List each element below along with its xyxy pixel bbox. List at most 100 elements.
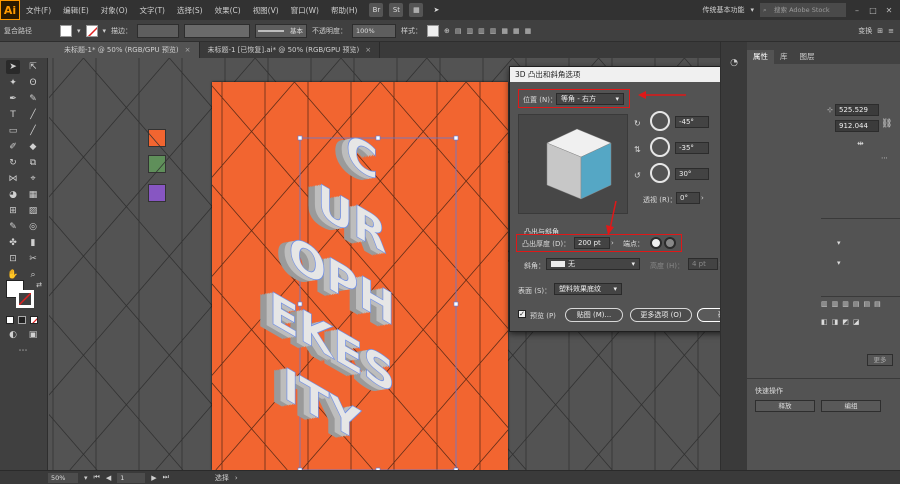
tab-properties[interactable]: 属性 [747, 50, 774, 64]
stroke-swatch[interactable] [85, 24, 98, 37]
close-icon[interactable]: × [365, 46, 371, 54]
zoom-field[interactable]: 50% [48, 472, 78, 483]
selection-tool-icon[interactable]: ➤ [6, 60, 20, 74]
cap-on-button[interactable] [650, 237, 662, 249]
more-button[interactable]: 更多 [867, 354, 893, 366]
menu-help[interactable]: 帮助(H) [325, 5, 364, 16]
more-options-icon[interactable]: ⋯ [881, 154, 888, 162]
distribute-h-icon[interactable]: ▦ [525, 27, 532, 35]
menu-edit[interactable]: 编辑(E) [57, 5, 95, 16]
chevron-down-icon[interactable]: ▾ [837, 239, 841, 247]
menu-effect[interactable]: 效果(C) [209, 5, 247, 16]
depth-field[interactable]: 200 pt [574, 237, 610, 249]
workspace-switcher[interactable]: 传统基本功能 [702, 5, 744, 15]
height-field[interactable]: 4 pt [688, 258, 718, 270]
fill-swatch[interactable] [60, 24, 72, 37]
align-bottom-icon[interactable]: ▤ [874, 300, 881, 308]
close-icon[interactable]: ✕ [884, 6, 894, 15]
swap-fill-stroke-icon[interactable]: ⇄ [32, 278, 46, 292]
page-field[interactable]: 1 [117, 472, 146, 483]
workspace-grid-icon[interactable]: ▦ [409, 3, 424, 17]
menu-select[interactable]: 选择(S) [171, 5, 209, 16]
unite-icon[interactable]: ◧ [821, 318, 828, 326]
graph-tool-icon[interactable]: ▮ [26, 236, 40, 250]
graphic-style-swatch[interactable] [427, 24, 440, 37]
curvature-tool-icon[interactable]: ✎ [26, 92, 40, 106]
close-icon[interactable]: × [185, 46, 191, 54]
intersect-icon[interactable]: ◩ [842, 318, 849, 326]
release-button[interactable]: 释放 [755, 400, 815, 412]
rectangle-tool-icon[interactable]: ▭ [6, 124, 20, 138]
menu-view[interactable]: 视图(V) [247, 5, 285, 16]
blend-tool-icon[interactable]: ◎ [26, 220, 40, 234]
align-icon[interactable]: ▤ [455, 27, 462, 35]
bevel-select[interactable]: 无 ▾ [546, 258, 640, 270]
rotate-x-field[interactable]: -45° [675, 116, 709, 128]
artboard[interactable]: C C C C C C C C C UR UR UR UR UR UR UR UR UR OPH OPH OPH OPH O… [212, 82, 508, 470]
rotate-z-field[interactable]: 30° [675, 168, 709, 180]
gradient-mode-icon[interactable] [18, 316, 26, 324]
rotate-y-dial[interactable] [650, 137, 670, 157]
last-page-icon[interactable]: ⏭ [163, 473, 169, 482]
stroke-color-box[interactable] [16, 290, 34, 308]
menu-file[interactable]: 文件(F) [20, 5, 57, 16]
align-center-icon[interactable]: ▥ [478, 27, 485, 35]
more-options-button[interactable]: 更多选项 (O) [630, 308, 692, 322]
cap-off-button[interactable] [664, 237, 676, 249]
chevron-right-icon[interactable]: › [701, 194, 704, 202]
align-left-icon[interactable]: ▥ [821, 300, 828, 308]
scale-tool-icon[interactable]: ⧉ [26, 156, 40, 170]
rotate-z-dial[interactable] [650, 163, 670, 183]
constrain-link-icon[interactable]: ⛓ [881, 119, 892, 129]
width-tool-icon[interactable]: ⋈ [6, 172, 20, 186]
stroke-weight-field[interactable] [137, 23, 180, 38]
shape-builder-tool-icon[interactable]: ◕ [6, 188, 20, 202]
panel-menu-icon[interactable]: ≡ [888, 27, 900, 35]
gradient-tool-icon[interactable]: ▨ [26, 204, 40, 218]
send-icon[interactable]: ➤ [429, 3, 443, 17]
eyedropper-tool-icon[interactable]: ✎ [6, 220, 20, 234]
edit-toolbar-icon[interactable]: ⋯ [16, 344, 30, 358]
line-tool-icon[interactable]: ╱ [26, 108, 40, 122]
align-left-icon[interactable]: ▥ [467, 27, 474, 35]
align-right-icon[interactable]: ▥ [490, 27, 497, 35]
brush-definition-select[interactable]: 基本 [255, 23, 308, 38]
chevron-down-icon[interactable]: ▾ [84, 474, 88, 482]
artboard-tool-icon[interactable]: ⊡ [6, 252, 20, 266]
free-transform-tool-icon[interactable]: ⌖ [26, 172, 40, 186]
rotate-y-field[interactable]: -35° [675, 142, 709, 154]
type-tool-icon[interactable]: T [6, 108, 20, 122]
bridge-button[interactable]: Br [369, 3, 384, 17]
preview-checkbox[interactable]: ✓ [518, 310, 526, 318]
globe-icon[interactable]: ⊕ [444, 27, 450, 35]
tab-libraries[interactable]: 库 [774, 50, 794, 64]
draw-mode-icon[interactable]: ◐ [6, 328, 20, 342]
first-page-icon[interactable]: ⏮ [94, 473, 100, 482]
rotate-x-dial[interactable] [650, 111, 670, 131]
shaper-tool-icon[interactable]: ✐ [6, 140, 20, 154]
opacity-field[interactable]: 100% [352, 23, 397, 38]
variable-width-profile[interactable] [184, 23, 251, 38]
menu-type[interactable]: 文字(T) [134, 5, 171, 16]
perspective-field[interactable]: 0° [676, 192, 700, 204]
x-position-field[interactable]: 525.529 [835, 104, 879, 116]
position-select[interactable]: 等角 - 右方 ▾ [556, 93, 624, 105]
chevron-down-icon[interactable]: ▾ [837, 259, 841, 267]
perspective-grid-tool-icon[interactable]: ▦ [26, 188, 40, 202]
exclude-icon[interactable]: ◪ [853, 318, 860, 326]
surface-select[interactable]: 塑料效果底纹 ▾ [554, 283, 622, 295]
align-top-icon[interactable]: ▤ [853, 300, 860, 308]
lasso-tool-icon[interactable]: ʘ [26, 76, 40, 90]
magic-wand-tool-icon[interactable]: ✦ [6, 76, 20, 90]
menu-window[interactable]: 窗口(W) [285, 5, 325, 16]
tab-document-1[interactable]: 未标题-1* @ 50% (RGB/GPU 预览) × [56, 42, 200, 58]
cube-preview[interactable] [518, 114, 628, 214]
align-middle-icon[interactable]: ▤ [864, 300, 871, 308]
flip-horizontal-icon[interactable]: ⇹ [857, 139, 864, 148]
chevron-down-icon[interactable]: ▾ [77, 27, 81, 35]
symbol-sprayer-tool-icon[interactable]: ✤ [6, 236, 20, 250]
distribute-v-icon[interactable]: ▦ [513, 27, 520, 35]
minus-front-icon[interactable]: ◨ [832, 318, 839, 326]
eraser-tool-icon[interactable]: ◆ [26, 140, 40, 154]
screen-mode-icon[interactable]: ▣ [26, 328, 40, 342]
